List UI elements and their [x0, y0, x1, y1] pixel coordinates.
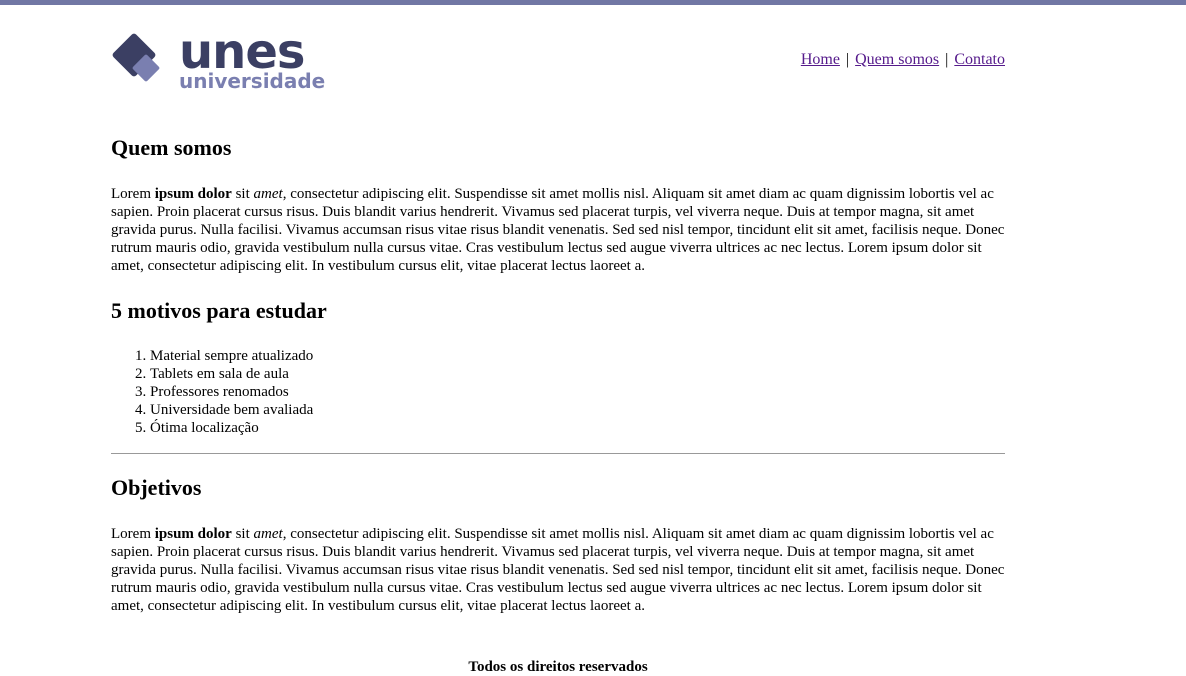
list-item: Ótima localização: [150, 419, 1005, 437]
section-title-motivos: 5 motivos para estudar: [111, 298, 327, 323]
nav-separator: |: [845, 51, 850, 68]
logo-diamond-icon: [112, 33, 160, 82]
nav-link-home[interactable]: Home: [801, 51, 840, 68]
section-title-quem-somos: Quem somos: [111, 135, 232, 160]
page-container: unes universidade Home | Quem somos | Co…: [111, 5, 1005, 676]
nav-link-contato[interactable]: Contato: [954, 51, 1005, 68]
footer-text: Todos os direitos reservados: [468, 659, 648, 675]
text-lead: Lorem: [111, 526, 155, 542]
text-mid: sit: [231, 186, 254, 202]
nav-separator: |: [945, 51, 949, 68]
site-header: unes universidade Home | Quem somos | Co…: [111, 5, 1005, 100]
list-item: Professores renomados: [150, 383, 1005, 401]
site-footer: Todos os direitos reservados: [111, 658, 1005, 676]
text-italic: amet: [253, 526, 283, 542]
section-text-quem-somos: Lorem ipsum dolor sit amet, consectetur …: [111, 185, 1005, 275]
section-motivos: 5 motivos para estudar Material sempre a…: [111, 298, 1005, 437]
section-quem-somos: Quem somos Lorem ipsum dolor sit amet, c…: [111, 135, 1005, 275]
list-item: Universidade bem avaliada: [150, 401, 1005, 419]
list-item: Tablets em sala de aula: [150, 365, 1005, 383]
section-text-objetivos: Lorem ipsum dolor sit amet, consectetur …: [111, 525, 1005, 615]
section-title-objetivos: Objetivos: [111, 475, 202, 500]
section-divider: [111, 453, 1005, 454]
main-nav: Home | Quem somos | Contato: [801, 51, 1005, 69]
text-italic: amet: [253, 186, 283, 202]
nav-link-quem-somos[interactable]: Quem somos: [855, 51, 939, 68]
unes-logo[interactable]: unes universidade: [111, 29, 327, 91]
text-mid: sit: [231, 526, 254, 542]
list-item: Material sempre atualizado: [150, 347, 1005, 365]
motivos-list: Material sempre atualizado Tablets em sa…: [111, 347, 1005, 437]
section-objetivos: Objetivos Lorem ipsum dolor sit amet, co…: [111, 475, 1005, 615]
text-bold: ipsum dolor: [154, 186, 232, 202]
text-lead: Lorem: [111, 186, 155, 202]
logo-subword: universidade: [179, 69, 325, 91]
text-bold: ipsum dolor: [154, 526, 232, 542]
